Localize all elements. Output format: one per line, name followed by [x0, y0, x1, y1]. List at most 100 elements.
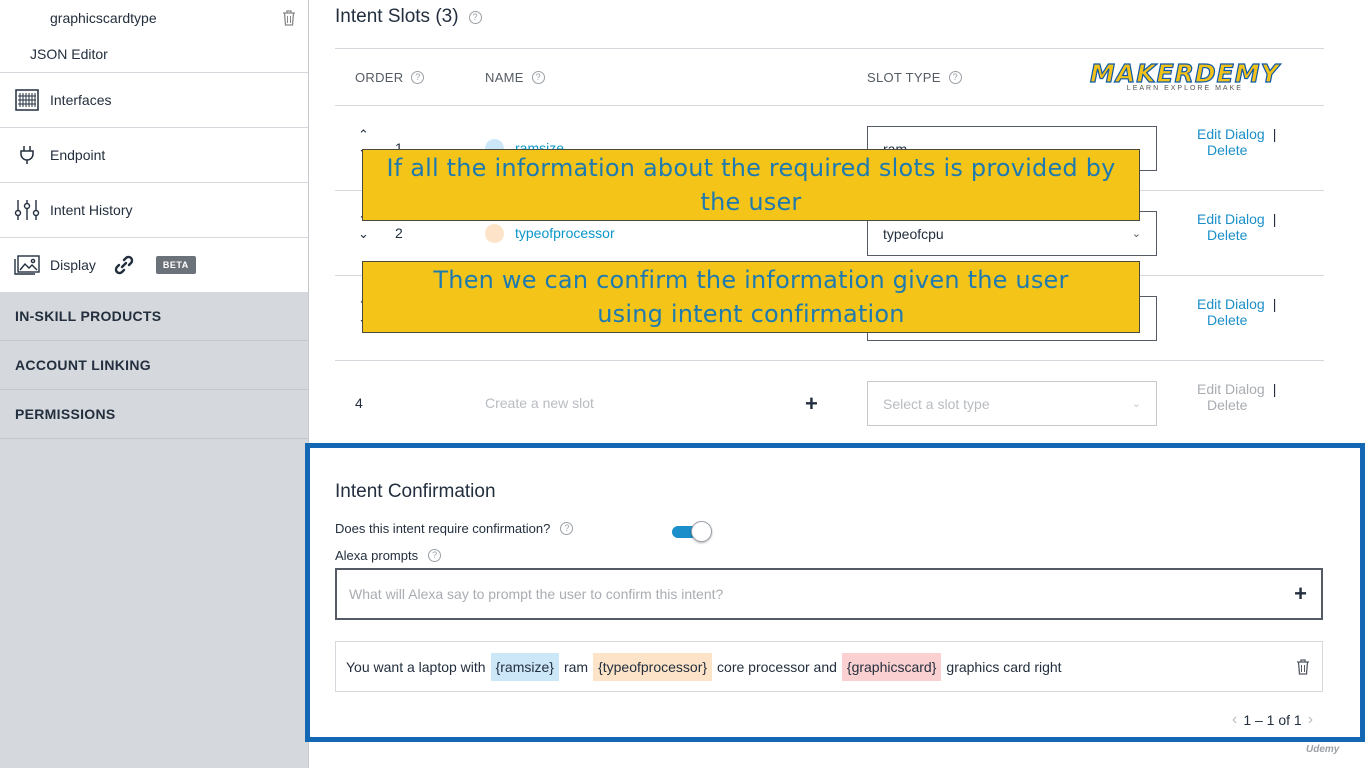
separator: |: [1272, 211, 1277, 227]
alexa-prompts-label: Alexa prompts ?: [335, 548, 442, 563]
sidebar-section-label: PERMISSIONS: [15, 406, 116, 422]
sidebar-item-intent-history[interactable]: Intent History: [0, 182, 308, 237]
chevron-left-icon[interactable]: ‹: [1232, 711, 1237, 729]
slot-order: 2: [395, 225, 403, 241]
help-icon[interactable]: ?: [428, 549, 442, 562]
sidebar-item-label: Interfaces: [50, 92, 112, 108]
separator: |: [1272, 126, 1277, 142]
column-header-slot-type: SLOT TYPE ?: [867, 70, 962, 85]
chevron-right-icon[interactable]: ›: [1308, 711, 1313, 729]
confirmation-question-label: Does this intent require confirmation?: [335, 521, 551, 536]
sidebar-section-permissions[interactable]: PERMISSIONS: [0, 390, 308, 439]
trash-icon[interactable]: [1296, 658, 1310, 675]
trash-icon[interactable]: [282, 10, 296, 26]
caption-overlay-1: If all the information about the require…: [362, 149, 1140, 221]
help-icon[interactable]: ?: [468, 10, 482, 24]
chevron-down-icon: ⌄: [1131, 398, 1141, 410]
udemy-watermark: Udemy: [1306, 744, 1340, 755]
new-slot-row: 4 Create a new slot + Select a slot type…: [335, 361, 1324, 446]
sidebar-item-endpoint[interactable]: Endpoint: [0, 127, 308, 182]
separator: |: [1272, 381, 1277, 397]
edit-dialog-link: Edit Dialog: [1197, 381, 1265, 397]
help-icon[interactable]: ?: [531, 71, 545, 84]
slot-chip: {ramsize}: [490, 652, 559, 681]
intent-confirmation-panel: Intent Confirmation Does this intent req…: [305, 443, 1365, 742]
utterance-text: core processor and: [717, 658, 837, 675]
confirmation-question: Does this intent require confirmation? ?: [335, 521, 574, 536]
help-icon[interactable]: ?: [560, 522, 574, 535]
toggle-knob: [691, 521, 712, 542]
sidebar-item-interfaces[interactable]: Interfaces: [0, 72, 308, 127]
beta-badge: BETA: [155, 256, 196, 274]
caption-text: Then we can confirm the information give…: [433, 266, 1069, 328]
confirmation-title: Intent Confirmation: [335, 481, 496, 502]
pagination: ‹ 1 – 1 of 1 ›: [1232, 711, 1313, 729]
edit-dialog-link[interactable]: Edit Dialog: [1197, 296, 1265, 312]
sidebar-item-label: Intent History: [50, 202, 133, 218]
row-actions: Edit Dialog | Delete: [1197, 296, 1276, 328]
sidebar-json-editor[interactable]: JSON Editor: [0, 36, 308, 72]
image-icon: [14, 254, 40, 276]
column-label: SLOT TYPE: [867, 70, 941, 85]
row-actions: Edit Dialog | Delete: [1197, 126, 1276, 158]
prompt-input[interactable]: What will Alexa say to prompt the user t…: [335, 568, 1323, 620]
column-label: NAME: [485, 70, 524, 85]
edit-dialog-link[interactable]: Edit Dialog: [1197, 126, 1265, 142]
sidebar-item-display[interactable]: Display BETA: [0, 237, 308, 292]
delete-link[interactable]: Delete: [1197, 312, 1276, 328]
makerdemy-logo: MAKERDEMY LEARN EXPLORE MAKE: [1089, 58, 1280, 92]
pagination-label: 1 – 1 of 1: [1243, 712, 1302, 728]
add-slot-button[interactable]: +: [805, 391, 818, 417]
help-icon[interactable]: ?: [411, 71, 425, 84]
slots-table: ORDER ? NAME ? SLOT TYPE ? ⌃ ⌄ 1: [335, 48, 1324, 446]
separator: |: [1272, 296, 1277, 312]
add-prompt-button[interactable]: +: [1294, 581, 1307, 607]
column-header-order: ORDER ?: [355, 70, 425, 85]
arrow-up-icon[interactable]: ⌃: [358, 128, 369, 142]
sidebar-section-label: ACCOUNT LINKING: [15, 357, 151, 373]
slot-chip: {graphicscard}: [841, 652, 942, 681]
slots-heading: Intent Slots (3) ?: [335, 6, 482, 28]
interfaces-icon: [14, 89, 40, 111]
delete-link[interactable]: Delete: [1197, 142, 1276, 158]
arrow-down-icon[interactable]: ⌄: [358, 227, 369, 241]
plug-icon: [14, 144, 40, 166]
confirmation-toggle[interactable]: [672, 521, 712, 542]
chevron-down-icon: ⌄: [1131, 228, 1141, 240]
prompt-input-placeholder: What will Alexa say to prompt the user t…: [349, 586, 724, 602]
slot-type-placeholder: Select a slot type: [883, 395, 990, 412]
prompt-utterance[interactable]: You want a laptop with {ramsize} ram {ty…: [335, 641, 1323, 692]
help-icon[interactable]: ?: [948, 71, 962, 84]
sidebar-section-account-linking[interactable]: ACCOUNT LINKING: [0, 341, 308, 390]
sidebar-section-label: IN-SKILL PRODUCTS: [15, 308, 162, 324]
utterance-text: You want a laptop with: [346, 658, 486, 675]
utterance-text: ram: [563, 658, 589, 675]
slot-chip: {typeofprocessor}: [593, 652, 713, 681]
slot-type-value: typeofcpu: [883, 225, 944, 242]
app-root: graphicscardtype JSON Editor Interfaces …: [0, 0, 1366, 768]
sidebar-slot-type-label: graphicscardtype: [50, 10, 157, 26]
new-slot-input[interactable]: Create a new slot: [485, 395, 594, 411]
link-icon[interactable]: [114, 255, 134, 275]
sidebar-item-label: Endpoint: [50, 147, 106, 163]
logo-name: MAKERDEMY: [1089, 58, 1280, 88]
slot-type-select[interactable]: Select a slot type ⌄: [867, 381, 1157, 426]
prompts-label: Alexa prompts: [335, 548, 419, 563]
sliders-icon: [14, 199, 40, 221]
row-actions: Edit Dialog | Delete: [1197, 381, 1276, 413]
sidebar-subitems: graphicscardtype JSON Editor: [0, 0, 308, 72]
slot-order: 4: [355, 395, 363, 411]
sidebar-item-label: Display: [50, 257, 96, 273]
sidebar-slot-type-item[interactable]: graphicscardtype: [0, 0, 308, 36]
utterance-text: graphics card right: [946, 658, 1062, 675]
slots-title: Intent Slots (3): [335, 6, 459, 27]
column-label: ORDER: [355, 70, 404, 85]
sidebar-section-in-skill-products[interactable]: IN-SKILL PRODUCTS: [0, 292, 308, 341]
edit-dialog-link[interactable]: Edit Dialog: [1197, 211, 1265, 227]
delete-link[interactable]: Delete: [1197, 227, 1276, 243]
slot-name-link[interactable]: typeofprocessor: [515, 225, 615, 241]
column-header-name: NAME ?: [485, 70, 545, 85]
sidebar: graphicscardtype JSON Editor Interfaces …: [0, 0, 309, 768]
delete-link: Delete: [1207, 397, 1248, 413]
sidebar-json-editor-label: JSON Editor: [30, 46, 108, 62]
